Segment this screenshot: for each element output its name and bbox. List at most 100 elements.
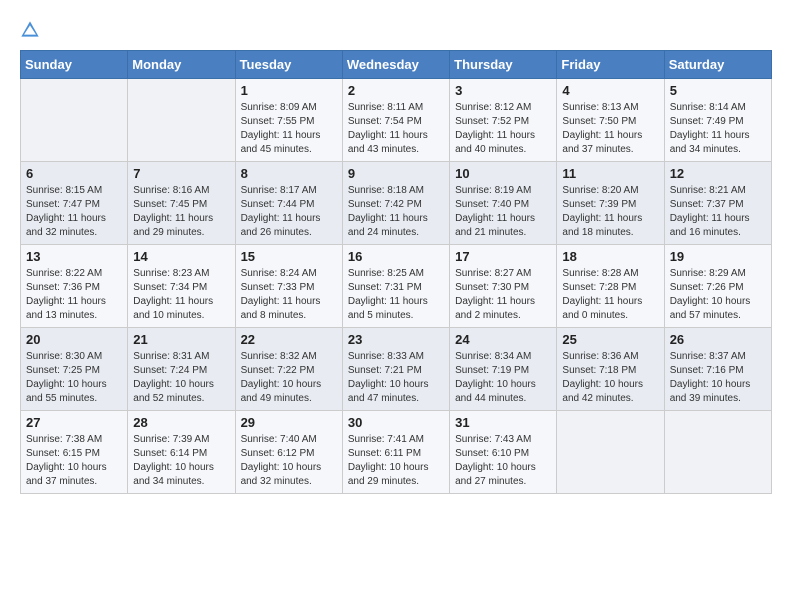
day-number: 19: [670, 249, 766, 264]
day-number: 30: [348, 415, 444, 430]
calendar-cell: 25Sunrise: 8:36 AM Sunset: 7:18 PM Dayli…: [557, 328, 664, 411]
day-number: 23: [348, 332, 444, 347]
day-info: Sunrise: 8:28 AM Sunset: 7:28 PM Dayligh…: [562, 267, 658, 323]
calendar-week-row: 27Sunrise: 7:38 AM Sunset: 6:15 PM Dayli…: [21, 411, 772, 494]
calendar-table: SundayMondayTuesdayWednesdayThursdayFrid…: [20, 50, 772, 494]
calendar-cell: 28 Sunrise: 7:39 AM Sunset: 6:14 PM Dayli…: [128, 411, 235, 494]
weekday-header-thursday: Thursday: [450, 51, 557, 79]
calendar-cell: [128, 79, 235, 162]
day-number: 1: [241, 83, 337, 98]
weekday-header-monday: Monday: [128, 51, 235, 79]
day-number: 3: [455, 83, 551, 98]
day-info: Sunrise: 7:40 AM Sunset: 6:12 PM Dayligh…: [241, 433, 337, 489]
day-info: Sunrise: 7:41 AM Sunset: 6:11 PM Dayligh…: [348, 433, 444, 489]
day-number: 31: [455, 415, 551, 430]
day-info: Sunrise: 8:16 AM Sunset: 7:45 PM Dayligh…: [133, 184, 229, 240]
day-number: 25: [562, 332, 658, 347]
day-number: 20: [26, 332, 122, 347]
weekday-header-wednesday: Wednesday: [342, 51, 449, 79]
weekday-header-saturday: Saturday: [664, 51, 771, 79]
day-info: Sunrise: 8:30 AM Sunset: 7:25 PM Dayligh…: [26, 350, 122, 406]
calendar-cell: [557, 411, 664, 494]
day-info: Sunrise: 8:34 AM Sunset: 7:19 PM Dayligh…: [455, 350, 551, 406]
calendar-cell: [21, 79, 128, 162]
calendar-week-row: 20 Sunrise: 8:30 AM Sunset: 7:25 PM Dayli…: [21, 328, 772, 411]
calendar-cell: 12 Sunrise: 8:21 AM Sunset: 7:37 PM Dayli…: [664, 162, 771, 245]
day-info: Sunrise: 8:23 AM Sunset: 7:34 PM Dayligh…: [133, 267, 229, 323]
calendar-cell: 13 Sunrise: 8:22 AM Sunset: 7:36 PM Dayli…: [21, 245, 128, 328]
day-info: Sunrise: 8:22 AM Sunset: 7:36 PM Dayligh…: [26, 267, 122, 323]
day-number: 29: [241, 415, 337, 430]
day-number: 8: [241, 166, 337, 181]
calendar-cell: 1 Sunrise: 8:09 AM Sunset: 7:55 PM Daylig…: [235, 79, 342, 162]
calendar-body: 1 Sunrise: 8:09 AM Sunset: 7:55 PM Daylig…: [21, 79, 772, 494]
day-number: 12: [670, 166, 766, 181]
weekday-header-tuesday: Tuesday: [235, 51, 342, 79]
logo-icon: [20, 20, 40, 40]
calendar-cell: 16 Sunrise: 8:25 AM Sunset: 7:31 PM Dayli…: [342, 245, 449, 328]
day-number: 22: [241, 332, 337, 347]
logo: [20, 20, 44, 40]
weekday-header-friday: Friday: [557, 51, 664, 79]
day-info: Sunrise: 8:27 AM Sunset: 7:30 PM Dayligh…: [455, 267, 551, 323]
calendar-cell: 2Sunrise: 8:11 AM Sunset: 7:54 PM Daylig…: [342, 79, 449, 162]
calendar-cell: 6 Sunrise: 8:15 AM Sunset: 7:47 PM Daylig…: [21, 162, 128, 245]
day-info: Sunrise: 7:39 AM Sunset: 6:14 PM Dayligh…: [133, 433, 229, 489]
day-number: 17: [455, 249, 551, 264]
calendar-week-row: 6 Sunrise: 8:15 AM Sunset: 7:47 PM Daylig…: [21, 162, 772, 245]
day-number: 24: [455, 332, 551, 347]
calendar-cell: 26Sunrise: 8:37 AM Sunset: 7:16 PM Dayli…: [664, 328, 771, 411]
calendar-cell: 11 Sunrise: 8:20 AM Sunset: 7:39 PM Dayli…: [557, 162, 664, 245]
calendar-week-row: 1 Sunrise: 8:09 AM Sunset: 7:55 PM Daylig…: [21, 79, 772, 162]
calendar-cell: 29 Sunrise: 7:40 AM Sunset: 6:12 PM Dayli…: [235, 411, 342, 494]
calendar-cell: [664, 411, 771, 494]
calendar-cell: 23Sunrise: 8:33 AM Sunset: 7:21 PM Dayli…: [342, 328, 449, 411]
calendar-cell: 3 Sunrise: 8:12 AM Sunset: 7:52 PM Daylig…: [450, 79, 557, 162]
day-number: 15: [241, 249, 337, 264]
day-number: 28: [133, 415, 229, 430]
day-number: 14: [133, 249, 229, 264]
day-info: Sunrise: 8:13 AM Sunset: 7:50 PM Dayligh…: [562, 101, 658, 157]
day-number: 2: [348, 83, 444, 98]
calendar-cell: 27Sunrise: 7:38 AM Sunset: 6:15 PM Dayli…: [21, 411, 128, 494]
calendar-cell: 30 Sunrise: 7:41 AM Sunset: 6:11 PM Dayli…: [342, 411, 449, 494]
calendar-cell: 22Sunrise: 8:32 AM Sunset: 7:22 PM Dayli…: [235, 328, 342, 411]
calendar-header-row: SundayMondayTuesdayWednesdayThursdayFrid…: [21, 51, 772, 79]
day-number: 4: [562, 83, 658, 98]
day-info: Sunrise: 8:17 AM Sunset: 7:44 PM Dayligh…: [241, 184, 337, 240]
calendar-cell: 5 Sunrise: 8:14 AM Sunset: 7:49 PM Daylig…: [664, 79, 771, 162]
day-number: 27: [26, 415, 122, 430]
day-number: 13: [26, 249, 122, 264]
calendar-cell: 9 Sunrise: 8:18 AM Sunset: 7:42 PM Daylig…: [342, 162, 449, 245]
day-info: Sunrise: 8:09 AM Sunset: 7:55 PM Dayligh…: [241, 101, 337, 157]
calendar-cell: 19 Sunrise: 8:29 AM Sunset: 7:26 PM Dayli…: [664, 245, 771, 328]
day-info: Sunrise: 8:18 AM Sunset: 7:42 PM Dayligh…: [348, 184, 444, 240]
calendar-cell: 7Sunrise: 8:16 AM Sunset: 7:45 PM Daylig…: [128, 162, 235, 245]
calendar-cell: 15 Sunrise: 8:24 AM Sunset: 7:33 PM Dayli…: [235, 245, 342, 328]
day-info: Sunrise: 8:15 AM Sunset: 7:47 PM Dayligh…: [26, 184, 122, 240]
calendar-cell: 31Sunrise: 7:43 AM Sunset: 6:10 PM Dayli…: [450, 411, 557, 494]
day-info: Sunrise: 8:19 AM Sunset: 7:40 PM Dayligh…: [455, 184, 551, 240]
day-info: Sunrise: 8:31 AM Sunset: 7:24 PM Dayligh…: [133, 350, 229, 406]
calendar-cell: 24 Sunrise: 8:34 AM Sunset: 7:19 PM Dayli…: [450, 328, 557, 411]
day-number: 5: [670, 83, 766, 98]
day-number: 10: [455, 166, 551, 181]
day-info: Sunrise: 8:20 AM Sunset: 7:39 PM Dayligh…: [562, 184, 658, 240]
day-info: Sunrise: 8:29 AM Sunset: 7:26 PM Dayligh…: [670, 267, 766, 323]
day-number: 18: [562, 249, 658, 264]
day-info: Sunrise: 8:14 AM Sunset: 7:49 PM Dayligh…: [670, 101, 766, 157]
calendar-week-row: 13 Sunrise: 8:22 AM Sunset: 7:36 PM Dayli…: [21, 245, 772, 328]
calendar-cell: 18 Sunrise: 8:28 AM Sunset: 7:28 PM Dayli…: [557, 245, 664, 328]
day-number: 21: [133, 332, 229, 347]
day-number: 6: [26, 166, 122, 181]
day-info: Sunrise: 8:24 AM Sunset: 7:33 PM Dayligh…: [241, 267, 337, 323]
day-number: 11: [562, 166, 658, 181]
calendar-cell: 4 Sunrise: 8:13 AM Sunset: 7:50 PM Daylig…: [557, 79, 664, 162]
day-info: Sunrise: 8:25 AM Sunset: 7:31 PM Dayligh…: [348, 267, 444, 323]
day-number: 16: [348, 249, 444, 264]
day-info: Sunrise: 8:21 AM Sunset: 7:37 PM Dayligh…: [670, 184, 766, 240]
day-number: 9: [348, 166, 444, 181]
calendar-cell: 10 Sunrise: 8:19 AM Sunset: 7:40 PM Dayli…: [450, 162, 557, 245]
calendar-cell: 21 Sunrise: 8:31 AM Sunset: 7:24 PM Dayli…: [128, 328, 235, 411]
day-info: Sunrise: 8:12 AM Sunset: 7:52 PM Dayligh…: [455, 101, 551, 157]
